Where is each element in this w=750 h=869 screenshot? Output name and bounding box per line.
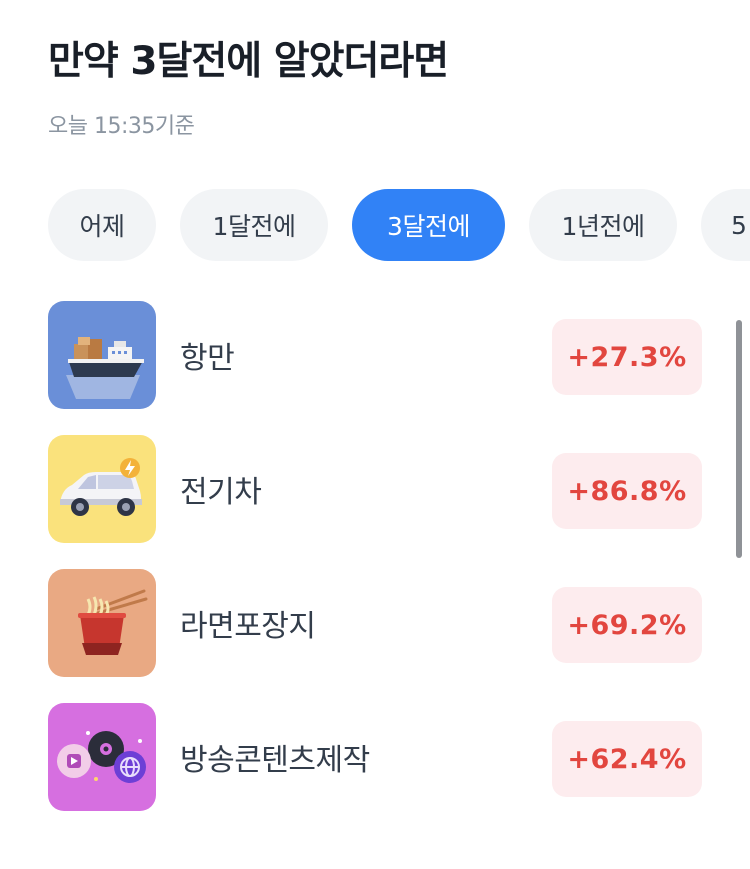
- theme-row-ev[interactable]: 전기차 +86.8%: [48, 435, 702, 543]
- theme-name: 항만: [180, 341, 235, 376]
- vertical-scrollbar[interactable]: [736, 320, 742, 558]
- cargo-ship-icon: [48, 301, 156, 409]
- theme-row-ramen-packaging[interactable]: 라면포장지 +69.2%: [48, 569, 702, 677]
- theme-name: 전기차: [180, 475, 262, 510]
- theme-row-port[interactable]: 항만 +27.3%: [48, 301, 702, 409]
- tab-1-month-ago[interactable]: 1달전에: [180, 189, 328, 261]
- tab-yesterday[interactable]: 어제: [48, 189, 156, 261]
- tab-3-months-ago[interactable]: 3달전에: [352, 189, 505, 261]
- electric-car-icon: [48, 435, 156, 543]
- broadcast-media-icon: [48, 703, 156, 811]
- tab-1-year-ago[interactable]: 1년전에: [529, 189, 677, 261]
- change-rate-badge: +62.4%: [552, 721, 702, 797]
- theme-row-broadcast-content[interactable]: 방송콘텐츠제작 +62.4%: [48, 703, 702, 811]
- page-title: 만약 3달전에 알았더라면: [48, 39, 449, 84]
- period-tab-bar: 어제 1달전에 3달전에 1년전에 5: [0, 189, 750, 261]
- change-rate-badge: +69.2%: [552, 587, 702, 663]
- change-rate-badge: +27.3%: [552, 319, 702, 395]
- updated-timestamp: 오늘 15:35기준: [48, 114, 195, 139]
- change-rate-badge: +86.8%: [552, 453, 702, 529]
- theme-name: 라면포장지: [180, 609, 316, 644]
- theme-name: 방송콘텐츠제작: [180, 743, 370, 778]
- tab-5-years-ago[interactable]: 5: [701, 189, 750, 261]
- noodle-cup-icon: [48, 569, 156, 677]
